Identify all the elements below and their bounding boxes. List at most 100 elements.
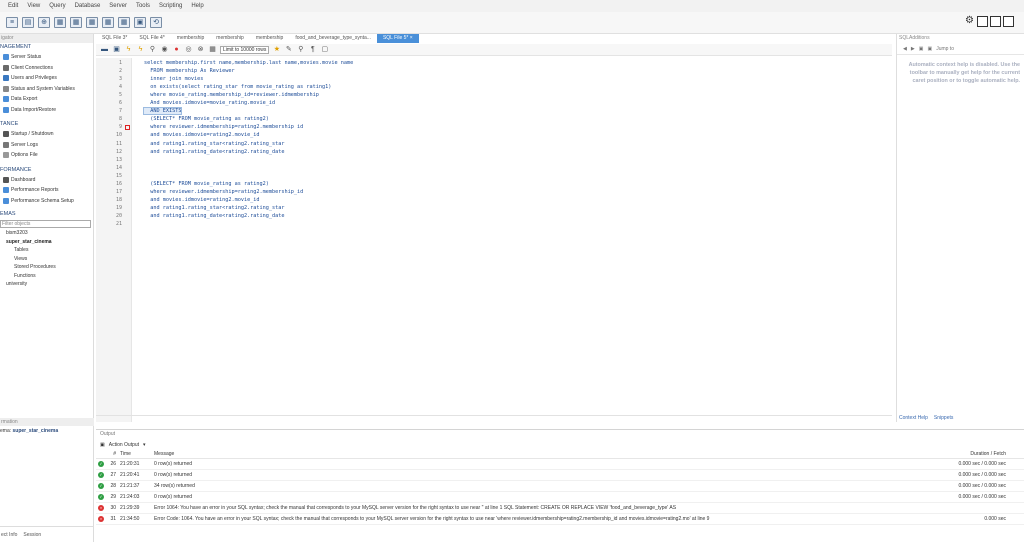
reconnect-icon[interactable]: ⟲ — [150, 17, 162, 28]
search-icon[interactable]: ⚲ — [296, 45, 305, 54]
sidebar-item-status-variables[interactable]: Status and System Variables — [0, 84, 93, 95]
auto-help-icon[interactable]: ▣ — [919, 46, 924, 52]
gear-icon[interactable]: ⚙ — [964, 16, 975, 27]
limit-rows-select[interactable]: Limit to 10000 rows — [220, 45, 270, 54]
output-row[interactable]: × 30 21:29:39 Error 1064: You have an error… — [96, 503, 1024, 514]
tree-views[interactable]: Views — [0, 255, 93, 264]
tab-sql-file-4[interactable]: SQL File 4* — [133, 34, 170, 43]
stop-icon[interactable]: ◉ — [160, 45, 169, 54]
open-sql-file-icon[interactable]: ▤ — [22, 17, 34, 28]
chevron-down-icon[interactable]: ▾ — [143, 442, 146, 448]
output-row[interactable]: × 31 21:34:50 Error Code: 1064. You have an… — [96, 514, 1024, 525]
line-number: 1 — [118, 60, 122, 66]
output-row[interactable]: ✓ 29 21:24:03 0 row(s) returned 0.000 sec / … — [96, 492, 1024, 503]
jump-to-select[interactable]: Jump to — [936, 46, 954, 52]
sidebar-item-users-privileges[interactable]: Users and Privileges — [0, 73, 93, 84]
tab-session[interactable]: Session — [23, 532, 41, 538]
line-number: 3 — [118, 76, 122, 83]
commit-icon[interactable]: ◎ — [184, 45, 193, 54]
search-table-icon[interactable]: ▣ — [134, 17, 146, 28]
row-message: 34 row(s) returned — [154, 483, 195, 489]
open-file-icon[interactable]: ▬ — [100, 45, 109, 54]
output-table-header: # Time Message Duration / Fetch — [96, 450, 1024, 459]
layout-left-icon[interactable] — [977, 16, 988, 27]
tab-membership-2[interactable]: membership — [210, 34, 250, 43]
output-selector[interactable]: Action Output — [109, 442, 139, 448]
menu-scripting[interactable]: Scripting — [159, 3, 182, 9]
tab-sql-file-5[interactable]: SQL File 5* × — [376, 34, 419, 43]
tab-food-beverage[interactable]: food_and_beverage_type_synta... — [289, 34, 377, 43]
tab-sql-file-3[interactable]: SQL File 3* — [96, 34, 133, 43]
invisible-chars-icon[interactable]: ¶ — [308, 45, 317, 54]
filter-objects-input[interactable]: Filter objects — [0, 220, 91, 228]
schema-super-star-cinema[interactable]: super_star_cinema — [0, 238, 93, 247]
tab-snippets[interactable]: Snippets — [934, 415, 953, 421]
forward-icon[interactable]: ▶ — [911, 46, 915, 52]
bookmark-icon[interactable]: ★ — [272, 45, 281, 54]
create-schema-icon[interactable]: ▦ — [54, 17, 66, 28]
create-table-icon[interactable]: ▦ — [70, 17, 82, 28]
col-number: # — [113, 451, 116, 457]
output-toolbar: ▣ Action Output ▾ — [96, 439, 1024, 450]
wrap-icon[interactable]: ▢ — [320, 45, 329, 54]
output-row[interactable]: ✓ 28 21:21:37 34 row(s) returned 0.000 sec /… — [96, 481, 1024, 492]
menu-help[interactable]: Help — [191, 3, 203, 9]
create-view-icon[interactable]: ▦ — [86, 17, 98, 28]
tab-object-info[interactable]: ect Info — [1, 532, 17, 538]
tab-membership-1[interactable]: membership — [171, 34, 211, 43]
tree-stored-procedures[interactable]: Stored Procedures — [0, 263, 93, 272]
sidebar-item-data-export[interactable]: Data Export — [0, 94, 93, 105]
execute-statement-icon[interactable]: ϟ — [136, 45, 145, 54]
code-line: and movies.idmovie=rating2.movie_id — [144, 196, 260, 203]
code-line: where movie_rating.membership_id=reviewe… — [144, 92, 319, 99]
schema-university[interactable]: university — [0, 280, 93, 289]
beautify-icon[interactable]: ✎ — [284, 45, 293, 54]
server-status-icon — [3, 54, 9, 61]
tab-membership-3[interactable]: membership — [250, 34, 290, 43]
manual-help-icon[interactable]: ▣ — [927, 46, 932, 52]
create-function-icon[interactable]: ▦ — [118, 17, 130, 28]
stop-on-error-icon[interactable]: ● — [172, 45, 181, 54]
tree-tables[interactable]: Tables — [0, 246, 93, 255]
menu-server[interactable]: Server — [109, 3, 127, 9]
tab-context-help[interactable]: Context Help — [899, 415, 928, 421]
startup-icon — [3, 131, 9, 138]
schema-bism3203[interactable]: bism3203 — [0, 229, 93, 238]
editor-horizontal-scrollbar[interactable] — [96, 415, 892, 422]
save-icon[interactable]: ▣ — [112, 45, 121, 54]
layout-right-icon[interactable] — [1003, 16, 1014, 27]
db-info-icon[interactable]: ⊕ — [38, 17, 50, 28]
close-icon[interactable]: × — [410, 35, 413, 41]
output-row[interactable]: ✓ 26 21:20:31 0 row(s) returned 0.000 sec / … — [96, 459, 1024, 470]
back-icon[interactable]: ◀ — [903, 46, 907, 52]
code-line: inner join movies — [144, 76, 204, 83]
sidebar-item-client-connections[interactable]: Client Connections — [0, 63, 93, 74]
error-marker-icon[interactable] — [125, 125, 130, 131]
sidebar-item-performance-schema[interactable]: Performance Schema Setup — [0, 196, 93, 207]
output-row[interactable]: ✓ 27 21:20:41 0 row(s) returned 0.000 sec / … — [96, 470, 1024, 481]
sidebar-item-options-file[interactable]: Options File — [0, 150, 93, 161]
schemas-section: EMAS — [0, 211, 16, 217]
tree-functions[interactable]: Functions — [0, 272, 93, 281]
autocommit-icon[interactable]: ▦ — [208, 45, 217, 54]
sidebar-item-performance-reports[interactable]: Performance Reports — [0, 185, 93, 196]
menu-tools[interactable]: Tools — [136, 3, 150, 9]
sidebar-item-startup-shutdown[interactable]: Startup / Shutdown — [0, 129, 93, 140]
menu-view[interactable]: View — [27, 3, 40, 9]
rollback-icon[interactable]: ⊗ — [196, 45, 205, 54]
layout-bottom-icon[interactable] — [990, 16, 1001, 27]
menu-database[interactable]: Database — [75, 3, 101, 9]
sidebar-item-data-import[interactable]: Data Import/Restore — [0, 105, 93, 116]
sidebar-item-dashboard[interactable]: Dashboard — [0, 175, 93, 186]
new-sql-tab-icon[interactable]: ≡ — [6, 17, 18, 28]
sidebar-item-server-logs[interactable]: Server Logs — [0, 140, 93, 151]
execute-icon[interactable]: ϟ — [124, 45, 133, 54]
explain-icon[interactable]: ⚲ — [148, 45, 157, 54]
code-line: where reviewer.idmembership=rating2.memb… — [144, 124, 304, 131]
code-editor[interactable]: select membership.first name,membership.… — [134, 58, 892, 422]
create-procedure-icon[interactable]: ▦ — [102, 17, 114, 28]
sidebar-item-server-status[interactable]: Server Status — [0, 52, 93, 63]
menu-edit[interactable]: Edit — [8, 3, 18, 9]
output-copy-icon[interactable]: ▣ — [100, 442, 105, 448]
menu-query[interactable]: Query — [49, 3, 65, 9]
